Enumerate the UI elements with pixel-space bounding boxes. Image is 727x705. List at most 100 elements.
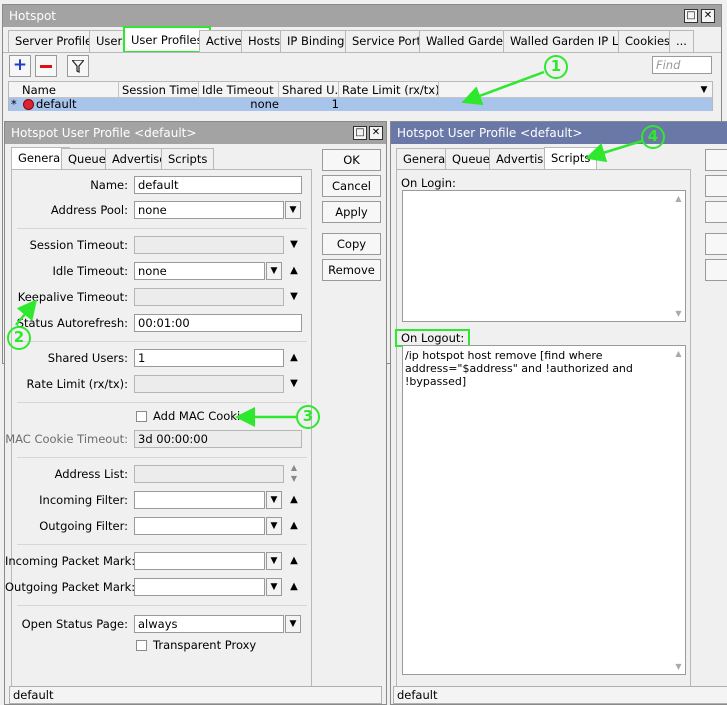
incoming-packet-mark-dropdown-icon[interactable]: ▼ xyxy=(266,552,282,570)
status-autorefresh-input[interactable]: 00:01:00 xyxy=(134,314,302,332)
shared-users-input[interactable]: 1 xyxy=(134,349,284,367)
scripts-dialog: Hotspot User Profile <default> General Q… xyxy=(390,121,727,705)
ok-button-partial[interactable] xyxy=(705,149,727,171)
idle-timeout-dropdown-icon[interactable]: ▼ xyxy=(266,262,282,280)
column-session-timeout[interactable]: Session Time... xyxy=(119,82,199,98)
cancel-button-partial[interactable] xyxy=(705,175,727,197)
scrollbar[interactable]: ▲ ▼ xyxy=(672,346,685,674)
separator xyxy=(17,457,307,458)
address-list-label: Address List: xyxy=(54,467,128,481)
column-name[interactable]: Name xyxy=(19,82,119,98)
add-mac-cookie-checkbox[interactable] xyxy=(136,411,147,422)
outgoing-filter-label: Outgoing Filter: xyxy=(39,519,128,533)
shared-users-collapse-icon[interactable]: ▲ xyxy=(288,349,300,367)
remove-button[interactable] xyxy=(35,55,57,77)
column-idle-timeout[interactable]: Idle Timeout xyxy=(199,82,279,98)
outgoing-packet-mark-dropdown-icon[interactable]: ▼ xyxy=(266,578,282,596)
scripts-dialog-title: Hotspot User Profile <default> xyxy=(397,126,583,140)
session-timeout-input[interactable] xyxy=(134,236,284,254)
rate-limit-expand-icon[interactable]: ▼ xyxy=(288,375,300,393)
window-title: Hotspot xyxy=(9,9,56,23)
profile-icon xyxy=(23,99,34,110)
address-pool-select[interactable]: none xyxy=(134,201,284,219)
session-timeout-expand-icon[interactable]: ▼ xyxy=(288,236,300,254)
ok-button[interactable]: OK xyxy=(322,149,381,171)
scrollbar[interactable]: ▲ ▼ xyxy=(672,191,685,321)
address-pool-label: Address Pool: xyxy=(50,203,128,217)
keepalive-timeout-label: Keepalive Timeout: xyxy=(17,290,128,304)
on-login-textarea[interactable]: ▲ ▼ xyxy=(402,190,686,322)
scripts-dialog-titlebar: Hotspot User Profile <default> xyxy=(391,122,727,144)
outgoing-packet-mark-collapse-icon[interactable]: ▲ xyxy=(288,578,300,596)
row-shared-users: 1 xyxy=(331,97,339,111)
transparent-proxy-label: Transparent Proxy xyxy=(153,638,257,652)
idle-timeout-select[interactable]: none xyxy=(134,262,265,280)
incoming-packet-mark-label: Incoming Packet Mark: xyxy=(5,554,136,568)
column-menu-button[interactable]: ▼ xyxy=(697,83,711,97)
apply-button-partial[interactable] xyxy=(705,201,727,223)
add-button[interactable]: + xyxy=(9,55,31,77)
keepalive-timeout-input[interactable] xyxy=(134,288,284,306)
transparent-proxy-checkbox[interactable] xyxy=(136,640,147,651)
name-input[interactable]: default xyxy=(134,176,302,194)
incoming-filter-dropdown-icon[interactable]: ▼ xyxy=(266,491,282,509)
restore-icon[interactable]: □ xyxy=(684,9,698,23)
filter-icon xyxy=(70,59,86,73)
general-dialog-title: Hotspot User Profile <default> xyxy=(11,126,197,140)
tab-user-profiles[interactable]: User Profiles xyxy=(123,26,211,53)
apply-button[interactable]: Apply xyxy=(322,201,381,223)
column-rate-limit[interactable]: Rate Limit (rx/tx) xyxy=(339,82,439,98)
copy-button[interactable]: Copy xyxy=(322,233,381,255)
address-list-updown-icon[interactable]: ▲ ▼ xyxy=(288,462,300,483)
close-icon[interactable]: ✕ xyxy=(369,126,383,140)
remove-profile-button[interactable]: Remove xyxy=(322,259,381,281)
address-list-input[interactable] xyxy=(134,465,284,483)
restore-icon[interactable]: □ xyxy=(353,126,367,140)
plus-icon: + xyxy=(12,55,28,75)
outgoing-filter-collapse-icon[interactable]: ▲ xyxy=(288,517,300,535)
incoming-packet-mark-collapse-icon[interactable]: ▲ xyxy=(288,552,300,570)
copy-button-partial[interactable] xyxy=(705,233,727,255)
tab-scripts[interactable]: Scripts xyxy=(161,148,215,169)
outgoing-filter-dropdown-icon[interactable]: ▼ xyxy=(266,517,282,535)
separator xyxy=(17,228,307,229)
idle-timeout-label: Idle Timeout: xyxy=(52,264,128,278)
separator xyxy=(17,544,307,545)
remove-button-partial[interactable] xyxy=(705,259,727,281)
incoming-packet-mark-select[interactable] xyxy=(134,552,265,570)
find-input[interactable]: Find xyxy=(652,56,712,74)
open-status-page-label: Open Status Page: xyxy=(21,617,128,631)
incoming-filter-select[interactable] xyxy=(134,491,265,509)
mac-cookie-timeout-label: MAC Cookie Timeout: xyxy=(5,432,128,446)
shared-users-label: Shared Users: xyxy=(47,351,128,365)
address-pool-dropdown-icon[interactable]: ▼ xyxy=(285,201,301,219)
on-logout-script: /ip hotspot host remove [find where addr… xyxy=(405,349,633,388)
cancel-button[interactable]: Cancel xyxy=(322,175,381,197)
outgoing-filter-select[interactable] xyxy=(134,517,265,535)
rate-limit-input[interactable] xyxy=(134,375,284,393)
general-dialog-titlebar: Hotspot User Profile <default> xyxy=(5,122,386,144)
rate-limit-label: Rate Limit (rx/tx): xyxy=(26,377,128,391)
name-label: Name: xyxy=(90,178,128,192)
on-logout-textarea[interactable]: /ip hotspot host remove [find where addr… xyxy=(402,345,686,675)
keepalive-timeout-expand-icon[interactable]: ▼ xyxy=(288,288,300,306)
column-shared-users[interactable]: Shared U... xyxy=(279,82,339,98)
filter-button[interactable] xyxy=(67,55,89,77)
list-header: Name Session Time... Idle Timeout Shared… xyxy=(9,82,712,98)
incoming-filter-collapse-icon[interactable]: ▲ xyxy=(288,491,300,509)
scripts-status-bar: default xyxy=(393,686,727,704)
idle-timeout-collapse-icon[interactable]: ▲ xyxy=(288,262,300,280)
table-row[interactable]: * default none 1 xyxy=(9,98,712,111)
row-idle-timeout: none xyxy=(250,97,279,111)
tab-more[interactable]: ... xyxy=(669,30,694,52)
close-icon[interactable]: ✕ xyxy=(701,9,715,23)
row-marker: * xyxy=(11,97,17,111)
annotation-3: 3 xyxy=(296,405,320,429)
mac-cookie-timeout-input[interactable]: 3d 00:00:00 xyxy=(134,430,302,448)
minus-icon xyxy=(40,65,52,68)
outgoing-packet-mark-select[interactable] xyxy=(134,578,265,596)
open-status-page-select[interactable]: always xyxy=(134,615,284,633)
tab-scripts[interactable]: Scripts xyxy=(544,147,598,169)
separator xyxy=(17,605,307,606)
open-status-page-dropdown-icon[interactable]: ▼ xyxy=(285,615,301,633)
